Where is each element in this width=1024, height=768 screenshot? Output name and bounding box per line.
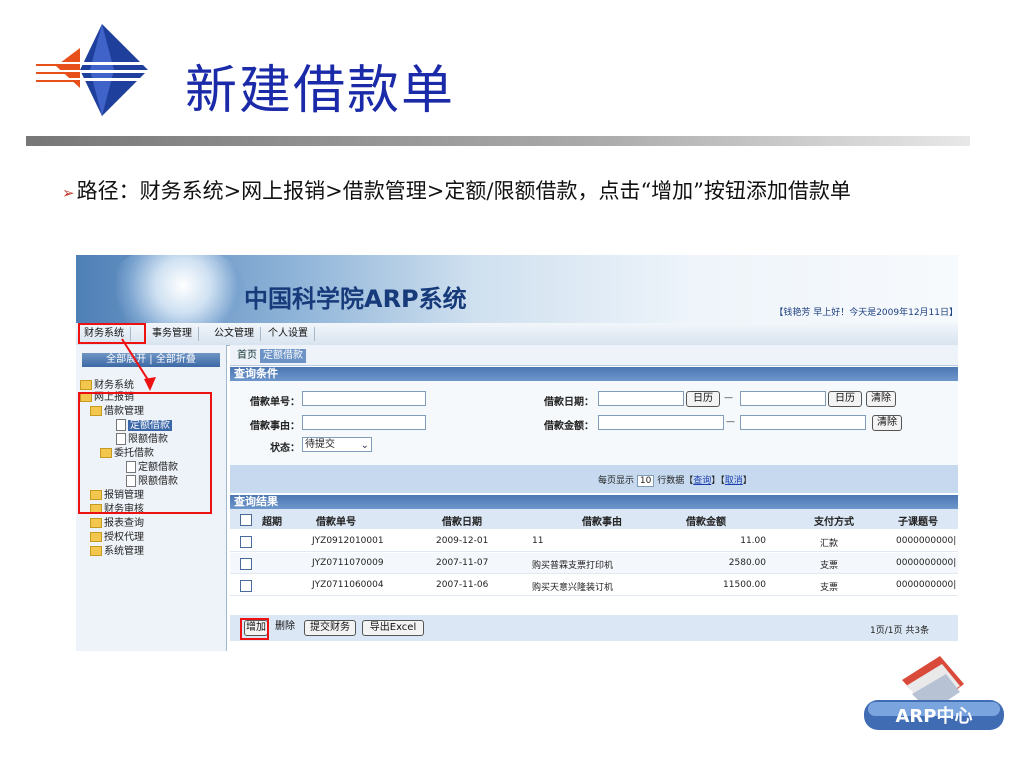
tab-fixed-loan[interactable]: 定额借款 — [260, 349, 306, 363]
app-screenshot: 中国科学院ARP系统 【钱艳芳 早上好！今天是2009年12月11日】 财务系统… — [76, 255, 958, 651]
page-info: 1页/1页 共3条 — [870, 626, 930, 636]
cell-amount: 11.00 — [740, 536, 766, 546]
cell-payment: 支票 — [820, 583, 839, 593]
table-row[interactable]: JYZ0912010001 2009-12-01 11 11.00 汇款 000… — [230, 531, 958, 552]
arp-logo-icon — [30, 24, 148, 116]
date-start-input[interactable] — [598, 391, 684, 406]
date-dash: — — [724, 393, 733, 403]
select-all-checkbox[interactable] — [240, 514, 252, 526]
row-checkbox[interactable] — [240, 580, 252, 592]
cell-subproject: 0000000000| — [896, 558, 957, 568]
menu-affairs[interactable]: 事务管理 — [146, 327, 199, 341]
cell-loan-no: JYZ0711060004 — [312, 580, 384, 590]
main-panel: 首页 定额借款 查询条件 借款单号： 借款事由： 状态： 待提交 ⌄ 借款日期：… — [230, 345, 958, 651]
menu-documents[interactable]: 公文管理 — [208, 327, 261, 341]
folder-icon — [90, 546, 102, 556]
path-description: ➢路径：财务系统>网上报销>借款管理>定额/限额借款，点击“增加”按钮添加借款单 — [62, 176, 922, 208]
tree-item-system-mgmt[interactable]: 系统管理 — [90, 545, 144, 559]
results-header-row: 超期 借款单号 借款日期 借款事由 借款金额 支付方式 子课题号 — [230, 509, 958, 529]
reason-input[interactable] — [302, 415, 426, 430]
table-row[interactable]: JYZ0711060004 2007-11-06 购买天意兴隆装订机 11500… — [230, 575, 958, 596]
badge-text: ARP中心 — [896, 705, 973, 727]
path-text: 路径：财务系统>网上报销>借款管理>定额/限额借款，点击“增加”按钮添加借款单 — [76, 179, 851, 203]
cell-subproject: 0000000000| — [896, 580, 957, 590]
row-checkbox[interactable] — [240, 536, 252, 548]
reason-label: 借款事由： — [250, 421, 300, 432]
title-divider — [26, 136, 970, 146]
cell-loan-no: JYZ0711070009 — [312, 558, 384, 568]
cell-amount: 11500.00 — [723, 580, 766, 590]
cell-loan-no: JYZ0912010001 — [312, 536, 384, 546]
module-icon — [80, 380, 92, 390]
query-pager: 每页显示 10 行数据【查询】【取消】 — [230, 465, 958, 493]
cell-payment: 支票 — [820, 561, 839, 571]
top-menu: 财务系统 事务管理 公文管理 个人设置 — [76, 323, 958, 346]
date-end-input[interactable] — [740, 391, 826, 406]
tree-item-delegation[interactable]: 授权代理 — [90, 531, 144, 545]
clear-date-button[interactable]: 清除 — [866, 391, 896, 407]
col-loan-no: 借款单号 — [316, 517, 356, 528]
cell-reason: 11 — [532, 536, 544, 546]
system-banner: 中国科学院ARP系统 【钱艳芳 早上好！今天是2009年12月11日】 — [76, 255, 958, 335]
submit-finance-button[interactable]: 提交财务 — [304, 620, 356, 636]
table-row[interactable]: JYZ0711070009 2007-11-07 购买普霖支票打印机 2580.… — [230, 553, 958, 574]
clear-amount-button[interactable]: 清除 — [872, 415, 902, 431]
calendar-start-button[interactable]: 日历 — [686, 391, 720, 407]
tab-bar: 首页 定额借款 — [230, 345, 958, 366]
cancel-link[interactable]: 取消 — [725, 476, 743, 486]
col-subproject: 子课题号 — [898, 517, 938, 528]
page-size-input[interactable]: 10 — [636, 475, 655, 487]
export-excel-button[interactable]: 导出Excel — [362, 620, 424, 636]
greeting-text: 【钱艳芳 早上好！今天是2009年12月11日】 — [774, 308, 958, 318]
cell-reason: 购买普霖支票打印机 — [532, 561, 614, 571]
col-reason: 借款事由 — [582, 517, 622, 528]
calendar-end-button[interactable]: 日历 — [828, 391, 862, 407]
cell-payment: 汇款 — [820, 539, 839, 549]
chevron-down-icon: ⌄ — [360, 440, 369, 451]
col-overdue: 超期 — [262, 517, 282, 528]
results-section-header: 查询结果 — [230, 495, 958, 509]
col-loan-date: 借款日期 — [442, 517, 482, 528]
cell-date: 2007-11-06 — [436, 580, 489, 590]
status-value: 待提交 — [305, 439, 335, 450]
query-link[interactable]: 查询 — [693, 476, 711, 486]
add-highlight-box — [240, 618, 269, 640]
arp-center-badge: ARP中心 — [864, 656, 1004, 730]
cell-date: 2007-11-07 — [436, 558, 489, 568]
cell-subproject: 0000000000| — [896, 536, 957, 546]
amount-min-input[interactable] — [598, 415, 724, 430]
status-select[interactable]: 待提交 ⌄ — [302, 437, 372, 452]
amount-dash: — — [726, 417, 735, 427]
expand-collapse-all[interactable]: 全部展开 | 全部折叠 — [82, 353, 220, 367]
slide-title: 新建借款单 — [185, 61, 456, 121]
query-section-header: 查询条件 — [230, 367, 958, 381]
cell-amount: 2580.00 — [728, 558, 766, 568]
loan-no-input[interactable] — [302, 391, 426, 406]
folder-icon — [90, 518, 102, 528]
row-checkbox[interactable] — [240, 558, 252, 570]
col-payment: 支付方式 — [814, 517, 854, 528]
system-title: 中国科学院ARP系统 — [244, 285, 467, 313]
folder-icon — [90, 532, 102, 542]
bullet-icon: ➢ — [62, 184, 75, 202]
col-amount: 借款金额 — [686, 517, 726, 528]
tab-home[interactable]: 首页 — [234, 349, 260, 363]
status-label: 状态： — [270, 443, 300, 454]
action-bar: 增加 删除 提交财务 导出Excel 1页/1页 共3条 — [230, 615, 958, 641]
query-form: 借款单号： 借款事由： 状态： 待提交 ⌄ 借款日期： 日历 — 日历 清除 借… — [230, 381, 958, 465]
amount-label: 借款金额： — [544, 421, 594, 432]
tree-highlight-box — [78, 392, 212, 514]
cell-reason: 购买天意兴隆装订机 — [532, 583, 614, 593]
menu-highlight-box — [78, 323, 146, 344]
menu-personal[interactable]: 个人设置 — [262, 327, 315, 341]
loan-no-label: 借款单号： — [250, 397, 300, 408]
cell-date: 2009-12-01 — [436, 536, 489, 546]
date-label: 借款日期： — [544, 397, 594, 408]
delete-button[interactable]: 删除 — [272, 620, 298, 636]
page-size-text: 每页显示 10 行数据【查询】【取消】 — [598, 475, 752, 487]
amount-max-input[interactable] — [740, 415, 866, 430]
tree-item-report-query[interactable]: 报表查询 — [90, 517, 144, 531]
